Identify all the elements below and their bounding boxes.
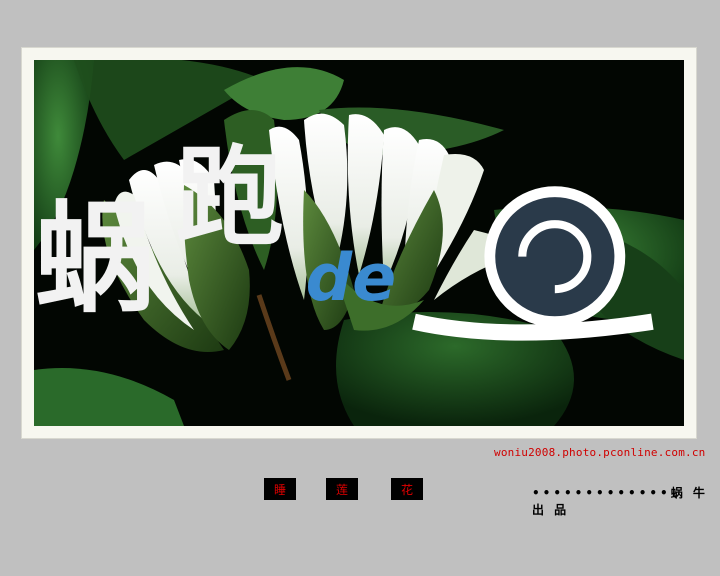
author-credit: •••••••••••••蜗 牛 出 品: [532, 486, 708, 517]
title-char-2: 莲: [326, 478, 358, 500]
site-url: woniu2008.photo.pconline.com.cn: [494, 446, 706, 459]
snail-logo-watermark: 蜗 跑 de: [35, 134, 654, 341]
svg-text:跑: 跑: [176, 134, 284, 261]
title-char-3: 花: [391, 478, 423, 500]
title-char-1: 睡: [264, 478, 296, 500]
water-lily-photo: 蜗 跑 de: [34, 60, 684, 426]
photo-frame: 蜗 跑 de: [22, 48, 696, 438]
svg-text:de: de: [306, 241, 397, 316]
svg-text:蜗: 蜗: [35, 190, 154, 329]
